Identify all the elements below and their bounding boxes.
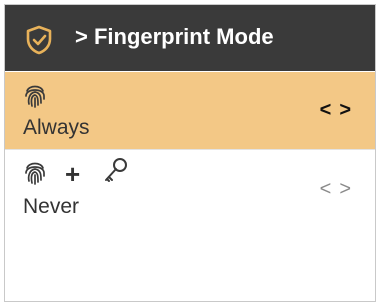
option-always-arrows[interactable]: <> <box>320 99 359 122</box>
prev-arrow-button[interactable]: < <box>320 99 340 121</box>
next-arrow-button[interactable]: > <box>339 178 359 200</box>
fingerprint-mode-screen: > Fingerprint Mode Always <> + Never <> <box>4 4 376 302</box>
option-never-label: Never <box>23 195 80 218</box>
next-arrow-button[interactable]: > <box>339 99 359 121</box>
plus-icon: + <box>65 159 81 189</box>
option-always-label: Always <box>23 116 90 139</box>
fingerprint-icon <box>25 85 45 108</box>
option-never-arrows[interactable]: <> <box>320 178 359 201</box>
page-title: > Fingerprint Mode <box>75 24 274 49</box>
option-never[interactable]: + Never <> <box>5 149 375 231</box>
shield-check-icon <box>26 25 52 55</box>
row-divider <box>5 149 375 150</box>
prev-arrow-button[interactable]: < <box>320 178 340 200</box>
option-always[interactable]: Always <> <box>5 72 375 149</box>
key-icon <box>105 158 127 182</box>
fingerprint-icon <box>25 162 45 185</box>
header-bar: > Fingerprint Mode <box>5 5 375 71</box>
